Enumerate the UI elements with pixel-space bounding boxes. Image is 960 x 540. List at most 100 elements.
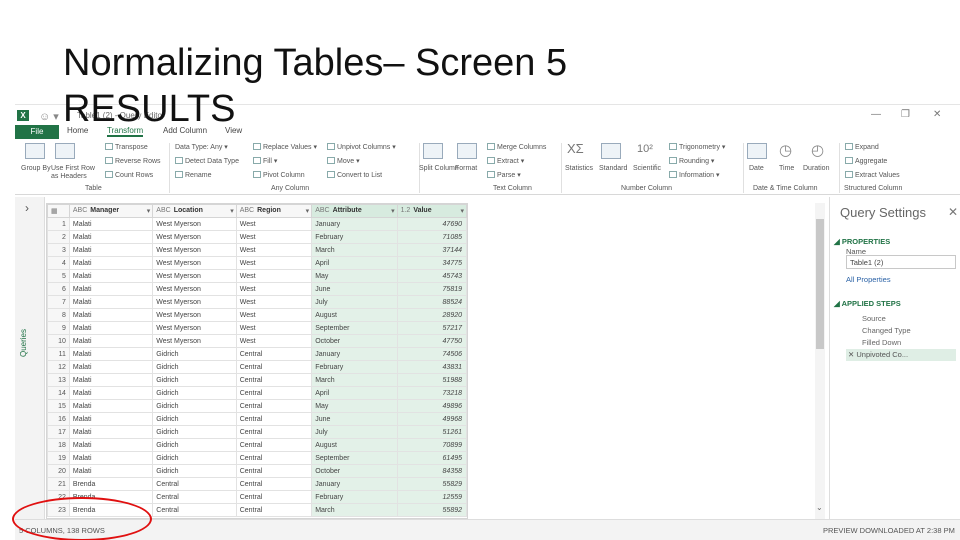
row-number[interactable]: 4 [47, 256, 70, 270]
cell-region[interactable]: West [235, 217, 313, 231]
cell-value[interactable]: 51261 [396, 425, 467, 439]
statistics-button[interactable]: Statistics [565, 165, 593, 172]
cell-location[interactable]: West Myerson [152, 334, 237, 348]
cell-region[interactable]: Central [235, 386, 313, 400]
row-number[interactable]: 12 [47, 360, 70, 374]
extract-values-button[interactable]: Extract Values [845, 171, 900, 179]
cell-manager[interactable]: Malati [68, 399, 154, 413]
cell-location[interactable]: Gidrich [152, 412, 237, 426]
cell-manager[interactable]: Malati [68, 269, 154, 283]
cell-location[interactable]: West Myerson [152, 295, 237, 309]
column-header-region[interactable]: ABC Region ▾ [235, 204, 313, 218]
row-number[interactable]: 8 [47, 308, 70, 322]
close-button[interactable]: ✕ [933, 109, 941, 120]
cell-region[interactable]: West [235, 243, 313, 257]
cell-value[interactable]: 34775 [396, 256, 467, 270]
cell-location[interactable]: West Myerson [152, 321, 237, 335]
cell-location[interactable]: West Myerson [152, 256, 237, 270]
cell-location[interactable]: Gidrich [152, 386, 237, 400]
cell-location[interactable]: Central [152, 477, 237, 491]
scientific-button[interactable]: Scientific [633, 165, 661, 172]
count-rows-button[interactable]: Count Rows [105, 171, 153, 179]
cell-attribute[interactable]: April [311, 256, 398, 270]
close-icon[interactable]: ✕ [948, 205, 958, 219]
cell-region[interactable]: Central [235, 464, 313, 478]
cell-attribute[interactable]: March [311, 243, 398, 257]
cell-manager[interactable]: Malati [68, 464, 154, 478]
row-number[interactable]: 7 [47, 295, 70, 309]
cell-location[interactable]: West Myerson [152, 230, 237, 244]
trigonometry-button[interactable]: Trigonometry ▾ [669, 143, 725, 151]
column-header-manager[interactable]: ABC Manager ▾ [68, 204, 154, 218]
vertical-scrollbar[interactable]: ⌄ [815, 203, 825, 519]
data-type-dropdown[interactable]: Data Type: Any ▾ [175, 143, 228, 151]
aggregate-button[interactable]: Aggregate [845, 157, 887, 165]
cell-location[interactable]: Gidrich [152, 360, 237, 374]
applied-step-unpivoted-columns[interactable]: ✕ Unpivoted Co... [846, 349, 956, 361]
cell-value[interactable]: 43831 [396, 360, 467, 374]
cell-attribute[interactable]: October [311, 464, 398, 478]
filter-dropdown-icon[interactable]: ▾ [306, 207, 310, 215]
row-number[interactable]: 2 [47, 230, 70, 244]
move-button[interactable]: Move ▾ [327, 157, 360, 165]
query-name-input[interactable]: Table1 (2) [846, 255, 956, 269]
cell-value[interactable]: 71085 [396, 230, 467, 244]
cell-value[interactable]: 51988 [396, 373, 467, 387]
filter-dropdown-icon[interactable]: ▾ [147, 207, 151, 215]
all-properties-link[interactable]: All Properties [846, 275, 891, 284]
cell-manager[interactable]: Malati [68, 373, 154, 387]
text-type-icon[interactable]: ABC [315, 207, 329, 214]
time-button[interactable]: Time [779, 165, 794, 172]
text-type-icon[interactable]: ABC [73, 207, 87, 214]
cell-region[interactable]: Central [235, 451, 313, 465]
tab-file[interactable]: File [15, 125, 59, 139]
detect-data-type-button[interactable]: Detect Data Type [175, 157, 239, 165]
extract-button[interactable]: Extract ▾ [487, 157, 524, 165]
split-column-button[interactable]: Split Column [419, 165, 459, 172]
cell-location[interactable]: Gidrich [152, 438, 237, 452]
cell-region[interactable]: West [235, 269, 313, 283]
cell-region[interactable]: West [235, 321, 313, 335]
cell-region[interactable]: Central [235, 477, 313, 491]
unpivot-columns-button[interactable]: Unpivot Columns ▾ [327, 143, 396, 151]
cell-value[interactable]: 28920 [396, 308, 467, 322]
cell-attribute[interactable]: March [311, 503, 398, 517]
cell-region[interactable]: West [235, 295, 313, 309]
row-number[interactable]: 15 [47, 399, 70, 413]
row-number[interactable]: 3 [47, 243, 70, 257]
cell-region[interactable]: West [235, 308, 313, 322]
text-type-icon[interactable]: ABC [156, 207, 170, 214]
cell-manager[interactable]: Malati [68, 308, 154, 322]
cell-location[interactable]: West Myerson [152, 243, 237, 257]
minimize-button[interactable]: — [871, 109, 881, 120]
row-number[interactable]: 6 [47, 282, 70, 296]
parse-button[interactable]: Parse ▾ [487, 171, 521, 179]
cell-attribute[interactable]: June [311, 412, 398, 426]
cell-manager[interactable]: Malati [68, 347, 154, 361]
row-number[interactable]: 20 [47, 464, 70, 478]
cell-value[interactable]: 74506 [396, 347, 467, 361]
merge-columns-button[interactable]: Merge Columns [487, 143, 546, 151]
applied-step-source[interactable]: Source [846, 313, 956, 325]
cell-value[interactable]: 70899 [396, 438, 467, 452]
smiley-icon[interactable]: ☺ ▾ [39, 110, 59, 123]
column-header-attribute[interactable]: ABC Attribute ▾ [311, 204, 398, 218]
row-number[interactable]: 11 [47, 347, 70, 361]
column-header-location[interactable]: ABC Location ▾ [152, 204, 237, 218]
text-type-icon[interactable]: ABC [240, 207, 254, 214]
queries-pane[interactable]: › Queries [15, 197, 45, 519]
expand-button[interactable]: Expand [845, 143, 879, 151]
pivot-column-button[interactable]: Pivot Column [253, 171, 305, 179]
row-number[interactable]: 9 [47, 321, 70, 335]
standard-button[interactable]: Standard [599, 165, 627, 172]
rounding-button[interactable]: Rounding ▾ [669, 157, 714, 165]
cell-attribute[interactable]: February [311, 490, 398, 504]
cell-region[interactable]: Central [235, 438, 313, 452]
cell-value[interactable]: 49968 [396, 412, 467, 426]
chevron-down-icon[interactable]: ⌄ [816, 503, 823, 512]
cell-attribute[interactable]: June [311, 282, 398, 296]
cell-location[interactable]: Gidrich [152, 399, 237, 413]
cell-attribute[interactable]: September [311, 451, 398, 465]
row-number[interactable]: 21 [47, 477, 70, 491]
row-number[interactable]: 16 [47, 412, 70, 426]
